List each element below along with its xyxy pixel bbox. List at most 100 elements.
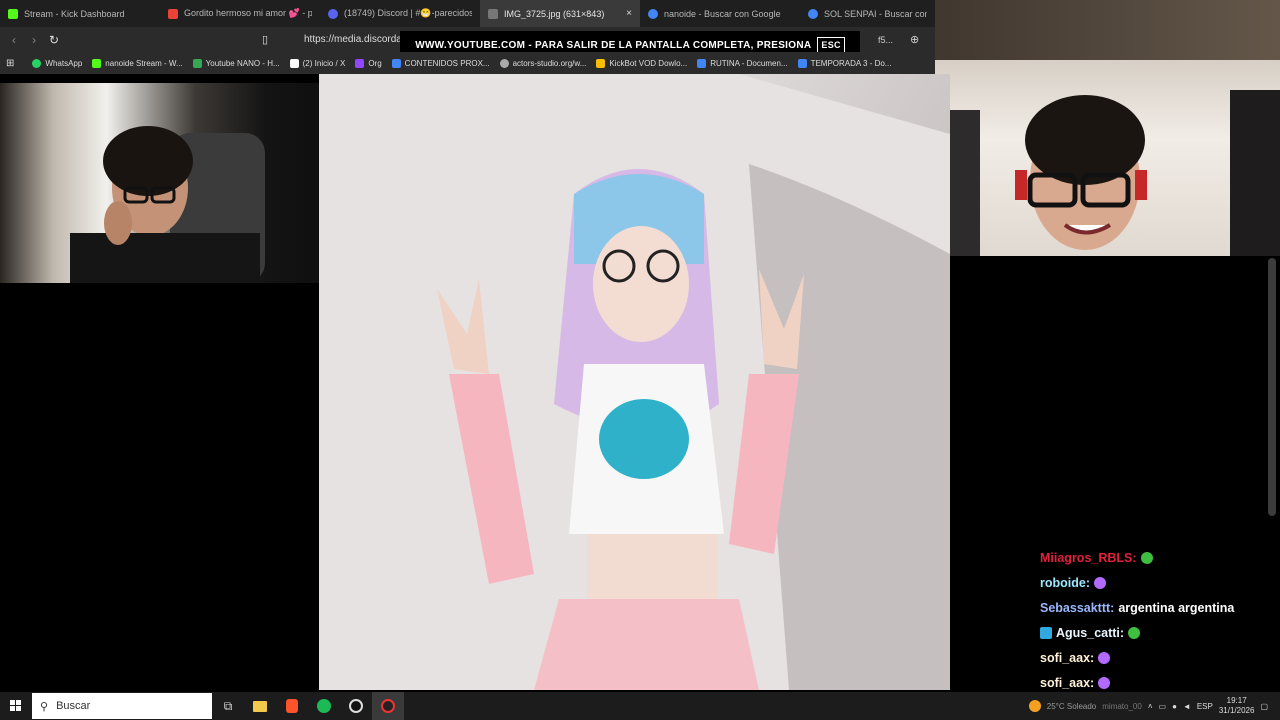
task-view-icon[interactable]: ⧉ — [212, 692, 244, 720]
tab-label: (18749) Discord | #😁-parecidos | N — [344, 8, 472, 18]
folder-icon — [253, 700, 267, 712]
chat-message: Miiagros_RBLS: — [1040, 545, 1270, 570]
browser-tab-strip: Stream - Kick Dashboard Gordito hermoso … — [0, 0, 935, 27]
chat-username: Agus_catti: — [1056, 625, 1125, 640]
chat-username: Sebassakttt: — [1040, 600, 1115, 615]
bookmark-icon[interactable]: ▯ — [255, 33, 275, 46]
brave-icon[interactable] — [276, 692, 308, 720]
emote-icon — [1094, 576, 1106, 589]
bookmark-youtube-nano[interactable]: Youtube NANO - H... — [192, 58, 280, 68]
taskbar: ⚲ Buscar ⧉ 25°C Soleado mimato_00 ˄ ▭ ● … — [0, 692, 1280, 720]
fullscreen-notice-text: WWW.YOUTUBE.COM - PARA SALIR DE LA PANTA… — [415, 39, 812, 51]
bookmark-rutina[interactable]: RUTINA - Documen... — [697, 58, 788, 68]
x-icon — [289, 58, 299, 68]
overlay-username: mimato_00 — [1102, 701, 1142, 711]
bookmark-kick[interactable]: nanoide Stream - W... — [92, 58, 183, 68]
bookmark-label: nanoide Stream - W... — [105, 58, 183, 68]
chat-username: Miiagros_RBLS: — [1040, 550, 1137, 565]
chat-message: Sebassakttt: argentina argentina — [1040, 595, 1270, 620]
microphone-icon[interactable]: ● — [1172, 702, 1177, 711]
chat-message: Agus_catti: — [1040, 620, 1270, 645]
bookmark-label: WhatsApp — [45, 58, 83, 68]
spotify-logo-icon — [317, 699, 331, 713]
url-tail: f5... — [878, 34, 894, 45]
bookmark-label: Youtube NANO - H... — [205, 58, 280, 68]
docs-icon — [391, 58, 401, 68]
obs-icon[interactable] — [372, 692, 404, 720]
start-button[interactable] — [0, 692, 32, 720]
image-icon — [488, 8, 498, 19]
emote-icon — [1098, 676, 1111, 689]
bookmark-actors-studio[interactable]: actors-studio.org/w... — [499, 58, 587, 68]
tab-discord[interactable]: (18749) Discord | #😁-parecidos | N — [320, 0, 480, 27]
chat-scrollbar[interactable] — [1268, 258, 1276, 516]
webcam-streamer — [0, 83, 355, 283]
bookmark-kickbot[interactable]: KickBot VOD Dowlo... — [596, 58, 688, 68]
chevron-up-icon[interactable]: ˄ — [1148, 702, 1153, 711]
chat-username: sofi_aax: — [1040, 650, 1095, 665]
chat-text: argentina argentina — [1118, 600, 1235, 615]
chat-overlay: Miiagros_RBLS: roboide: Sebassakttt: arg… — [1040, 545, 1270, 695]
bookmark-label: Org — [368, 58, 382, 68]
emote-icon — [1098, 651, 1111, 664]
streamer-silhouette — [70, 126, 265, 283]
discord-icon — [328, 8, 338, 19]
bookmark-x[interactable]: (2) Inicio / X — [289, 58, 346, 68]
bookmark-label: (2) Inicio / X — [302, 58, 346, 68]
bookmark-label: actors-studio.org/w... — [512, 58, 587, 68]
emote-icon — [1128, 626, 1141, 639]
bookmark-contenidos[interactable]: CONTENIDOS PROX... — [391, 58, 490, 68]
kick-icon — [92, 58, 102, 68]
back-icon[interactable]: ‹ — [4, 33, 24, 47]
obs-logo-icon — [381, 699, 395, 713]
tab-label: IMG_3725.jpg (631×843) — [504, 8, 605, 19]
address-bar[interactable]: https://media.discorda — [282, 31, 400, 48]
bookmark-label: KickBot VOD Dowlo... — [609, 58, 688, 68]
language-indicator[interactable]: ESP — [1197, 702, 1213, 711]
globe-icon — [499, 58, 509, 68]
reload-icon[interactable]: ↻ — [44, 33, 64, 47]
bookmark-org[interactable]: Org — [355, 58, 382, 68]
close-tab-icon[interactable]: × — [626, 8, 632, 19]
volume-icon[interactable]: ◄ — [1183, 702, 1191, 711]
search-placeholder: Buscar — [56, 700, 91, 712]
bookmark-label: TEMPORADA 3 - Do... — [810, 58, 892, 68]
tab-label: Stream - Kick Dashboard — [24, 8, 125, 19]
kick-app-icon[interactable] — [340, 692, 372, 720]
badge-icon — [1040, 626, 1052, 639]
clock-date: 31/1/2026 — [1218, 706, 1255, 715]
kickbot-icon — [596, 58, 606, 68]
bookmark-temporada[interactable]: TEMPORADA 3 - Do... — [797, 58, 892, 68]
photo-illustration — [319, 74, 950, 690]
notification-icon[interactable]: ▢ — [1260, 702, 1268, 711]
search-icon: ⚲ — [40, 700, 49, 713]
tab-google-nanoide[interactable]: nanoide - Buscar con Google — [640, 0, 800, 27]
spotify-icon[interactable] — [308, 692, 340, 720]
docs-icon — [697, 58, 707, 68]
sheets-icon — [192, 58, 202, 68]
chat-message: roboide: — [1040, 570, 1270, 595]
zoom-icon[interactable]: ⊕ — [910, 33, 919, 46]
tab-gmail[interactable]: Gordito hermoso mi amor 💕 - parec — [160, 0, 320, 27]
taskbar-search[interactable]: ⚲ Buscar — [32, 693, 212, 719]
file-explorer-icon[interactable] — [244, 692, 276, 720]
webcam-top-right-strip — [935, 0, 1280, 60]
docs-icon — [797, 58, 807, 68]
clock[interactable]: 19:17 31/1/2026 — [1219, 696, 1255, 716]
chat-username: roboide: — [1040, 575, 1090, 590]
whatsapp-icon — [32, 58, 42, 68]
weather-text[interactable]: 25°C Soleado — [1047, 702, 1096, 711]
forward-icon[interactable]: › — [24, 33, 44, 47]
chat-username: sofi_aax: — [1040, 675, 1095, 690]
google-icon — [648, 8, 658, 19]
bookmark-whatsapp[interactable]: WhatsApp — [32, 58, 83, 68]
apps-grid-icon[interactable]: ⊞ — [6, 58, 14, 69]
tab-google-sol-senpai[interactable]: SOL SENPAI - Buscar con Goo — [800, 0, 935, 27]
gmail-icon — [168, 8, 178, 19]
chat-message: sofi_aax: — [1040, 645, 1270, 670]
tab-kick-dashboard[interactable]: Stream - Kick Dashboard — [0, 0, 160, 27]
emote-icon — [1140, 551, 1153, 564]
network-icon[interactable]: ▭ — [1159, 702, 1167, 711]
tab-label: SOL SENPAI - Buscar con Goo — [824, 8, 927, 19]
tab-image-active[interactable]: IMG_3725.jpg (631×843) × — [480, 0, 640, 27]
